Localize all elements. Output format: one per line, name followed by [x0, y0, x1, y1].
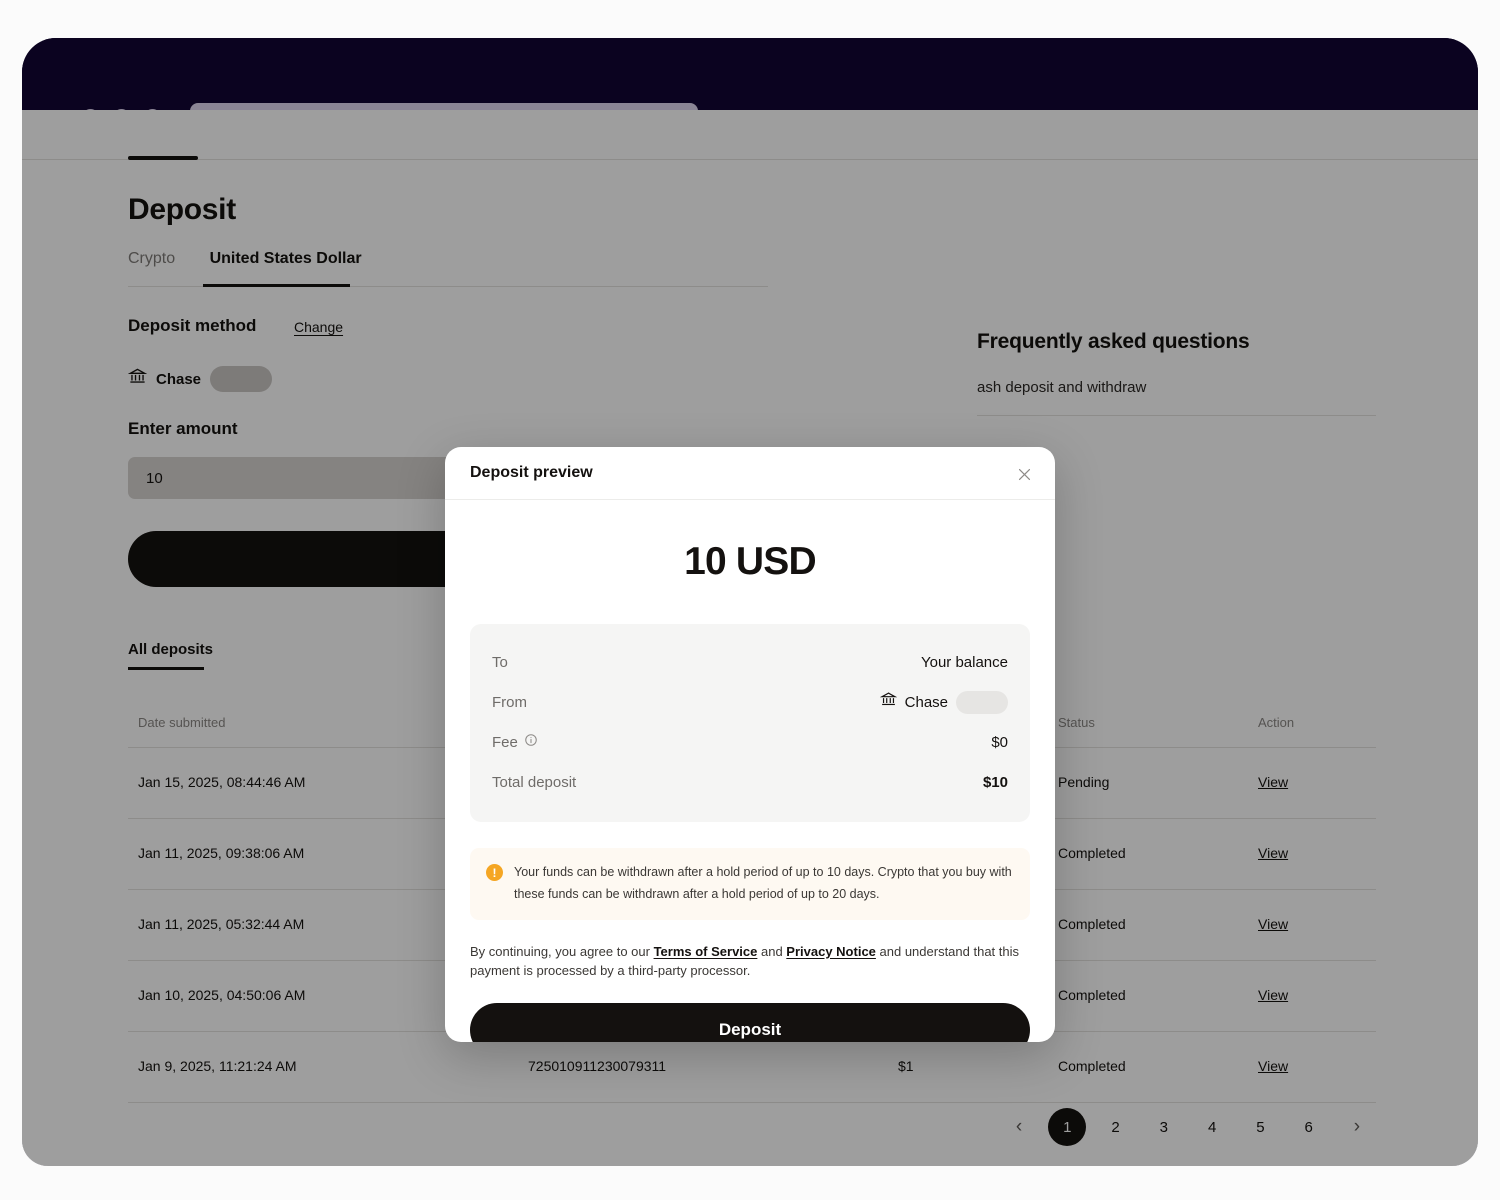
modal-header: Deposit preview — [445, 447, 1055, 500]
summary-fee-label-text: Fee — [492, 733, 518, 751]
enter-amount-label: Enter amount — [128, 419, 238, 438]
summary-row-total: Total deposit $10 — [492, 762, 1008, 802]
deposit-preview-modal: Deposit preview 10 USD To Your balance F… — [445, 447, 1055, 1042]
terms-disclaimer: By continuing, you agree to our Terms of… — [470, 942, 1030, 981]
faq-item[interactable]: ash deposit and withdraw — [977, 379, 1146, 396]
cell-date: Jan 15, 2025, 08:44:46 AM — [138, 774, 306, 790]
cell-status: Completed — [1058, 916, 1126, 932]
summary-value-to: Your balance — [920, 653, 1008, 671]
pagination-page-4[interactable]: 4 — [1193, 1108, 1231, 1146]
browser-window: Deposit Crypto United States Dollar Depo… — [22, 38, 1478, 1166]
change-deposit-method-link[interactable]: Change — [294, 319, 343, 335]
browser-chrome — [22, 38, 1478, 133]
deposit-method-bank-name: Chase — [156, 370, 202, 388]
tab-all-deposits[interactable]: All deposits — [128, 641, 213, 658]
view-link[interactable]: View — [1258, 916, 1288, 932]
bank-icon — [127, 367, 148, 391]
tab-crypto[interactable]: Crypto — [128, 250, 175, 282]
view-link[interactable]: View — [1258, 774, 1288, 790]
pagination-prev-button[interactable]: ‹ — [1000, 1108, 1038, 1146]
summary-row-to: To Your balance — [492, 642, 1008, 682]
tab-united-states-dollar[interactable]: United States Dollar — [210, 250, 362, 282]
summary-label-total: Total deposit — [492, 773, 577, 791]
faq-divider — [977, 415, 1376, 416]
summary-row-fee: Fee $0 — [492, 722, 1008, 762]
cell-transaction-id: 725010911230079311 — [528, 1058, 667, 1074]
view-link[interactable]: View — [1258, 987, 1288, 1003]
summary-from-account-redacted — [956, 690, 1008, 714]
summary-row-from: From Chase — [492, 682, 1008, 722]
pagination-next-button[interactable]: › — [1338, 1108, 1376, 1146]
pagination: ‹ 1 2 3 4 5 6 › — [1000, 1108, 1376, 1146]
warning-text: Your funds can be withdrawn after a hold… — [514, 865, 1012, 901]
nav-active-tab-underline — [128, 156, 198, 160]
pagination-page-6[interactable]: 6 — [1290, 1108, 1328, 1146]
pagination-page-5[interactable]: 5 — [1241, 1108, 1279, 1146]
cell-status: Completed — [1058, 1058, 1126, 1074]
summary-value-from: Chase — [879, 690, 1008, 714]
page-viewport: Deposit Crypto United States Dollar Depo… — [22, 110, 1478, 1166]
pagination-page-1[interactable]: 1 — [1048, 1108, 1087, 1146]
table-row[interactable]: Jan 9, 2025, 11:21:24 AM 725010911230079… — [128, 1032, 1376, 1103]
currency-tabs: Crypto United States Dollar — [128, 250, 768, 282]
summary-from-bank-name: Chase — [904, 693, 948, 711]
cell-date: Jan 9, 2025, 11:21:24 AM — [138, 1058, 297, 1074]
cell-status: Pending — [1058, 774, 1110, 790]
summary-label-to: To — [492, 653, 508, 671]
view-link[interactable]: View — [1258, 845, 1288, 861]
summary-value-total: $10 — [982, 773, 1008, 791]
terms-of-service-link[interactable]: Terms of Service — [654, 944, 758, 959]
column-header-date: Date submitted — [138, 714, 226, 730]
all-deposits-underline — [128, 667, 204, 670]
deposit-method-label: Deposit method — [128, 316, 257, 335]
summary-label-fee: Fee — [492, 733, 538, 751]
deposit-method-row[interactable]: Chase — [127, 366, 273, 392]
hold-period-warning-banner: ! Your funds can be withdrawn after a ho… — [470, 848, 1030, 920]
cell-amount: $1 — [898, 1058, 914, 1074]
device-frame: Deposit Crypto United States Dollar Depo… — [0, 0, 1500, 1200]
deposit-method-account-redacted — [210, 366, 273, 392]
column-header-status: Status — [1058, 714, 1095, 730]
modal-body: 10 USD To Your balance From Chase Fee $0… — [445, 540, 1055, 1042]
terms-prefix: By continuing, you agree to our — [470, 943, 654, 959]
page-title: Deposit — [128, 193, 236, 226]
modal-title: Deposit preview — [470, 464, 593, 481]
cell-date: Jan 11, 2025, 05:32:44 AM — [138, 916, 305, 932]
faq-title: Frequently asked questions — [977, 330, 1250, 353]
warning-icon: ! — [486, 864, 503, 881]
cell-status: Completed — [1058, 845, 1126, 861]
deposit-submit-button[interactable]: Deposit — [470, 1002, 1030, 1042]
cell-date: Jan 10, 2025, 04:50:06 AM — [138, 987, 306, 1003]
deposit-summary-card: To Your balance From Chase Fee $0 Total … — [470, 624, 1030, 822]
info-icon[interactable] — [524, 733, 538, 751]
pagination-page-2[interactable]: 2 — [1097, 1108, 1135, 1146]
bank-icon — [879, 691, 897, 713]
view-link[interactable]: View — [1258, 1058, 1288, 1074]
nav-divider — [22, 159, 1478, 160]
deposit-amount-display: 10 USD — [684, 540, 817, 583]
privacy-notice-link[interactable]: Privacy Notice — [786, 944, 876, 959]
summary-value-fee: $0 — [991, 733, 1008, 751]
close-icon[interactable] — [1009, 459, 1039, 489]
terms-middle: and — [757, 943, 787, 959]
cell-status: Completed — [1058, 987, 1126, 1003]
column-header-action: Action — [1258, 714, 1295, 730]
cell-date: Jan 11, 2025, 09:38:06 AM — [138, 845, 305, 861]
pagination-page-3[interactable]: 3 — [1145, 1108, 1183, 1146]
summary-label-from: From — [492, 693, 527, 711]
currency-tab-active-underline — [203, 284, 350, 287]
